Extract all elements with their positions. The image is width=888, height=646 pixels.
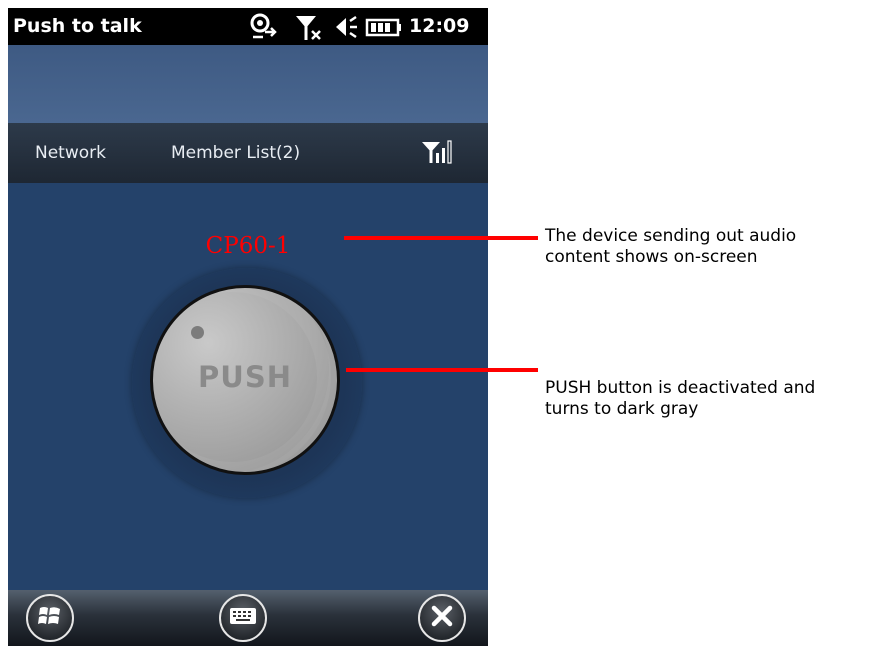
- start-button[interactable]: [26, 594, 74, 642]
- device-callout-text: The device sending out audio content sho…: [545, 226, 796, 268]
- signal-strength-icon: [420, 139, 460, 169]
- speaker-icon[interactable]: [333, 12, 361, 46]
- push-callout-line-2: turns to dark gray: [545, 399, 699, 419]
- device-callout-line-1: The device sending out audio: [545, 226, 797, 246]
- member-list-menu[interactable]: Member List(2): [171, 143, 300, 163]
- push-callout-line-1: PUSH button is deactivated and: [545, 378, 816, 398]
- battery-icon[interactable]: [365, 12, 403, 46]
- bottom-bar: [8, 590, 488, 646]
- app-title: Push to talk: [13, 15, 142, 37]
- menu-bar: Network Member List(2): [8, 123, 488, 183]
- keyboard-button[interactable]: [219, 594, 267, 642]
- main-area: CP60-1 PUSH: [8, 183, 488, 590]
- network-menu[interactable]: Network: [35, 143, 106, 163]
- push-button-ring: PUSH: [132, 268, 362, 498]
- push-button-highlight: [191, 326, 204, 339]
- close-button[interactable]: [418, 594, 466, 642]
- close-icon: [428, 602, 456, 634]
- sync-icon[interactable]: [248, 12, 278, 46]
- windows-start-icon: [36, 602, 64, 634]
- clock: 12:09: [409, 15, 470, 37]
- push-button[interactable]: PUSH: [150, 285, 340, 475]
- device-screen: Push to talk 12:09 Network Member List(2…: [8, 8, 488, 646]
- device-callout-line: [344, 236, 538, 240]
- push-callout-line: [346, 368, 538, 372]
- keyboard-icon: [229, 606, 257, 630]
- status-bar: Push to talk 12:09: [8, 8, 488, 45]
- device-callout-line-2: content shows on-screen: [545, 247, 758, 267]
- no-signal-icon[interactable]: [293, 12, 323, 46]
- push-callout-text: PUSH button is deactivated and turns to …: [545, 378, 815, 420]
- push-button-label: PUSH: [198, 360, 292, 394]
- title-band: [8, 45, 488, 123]
